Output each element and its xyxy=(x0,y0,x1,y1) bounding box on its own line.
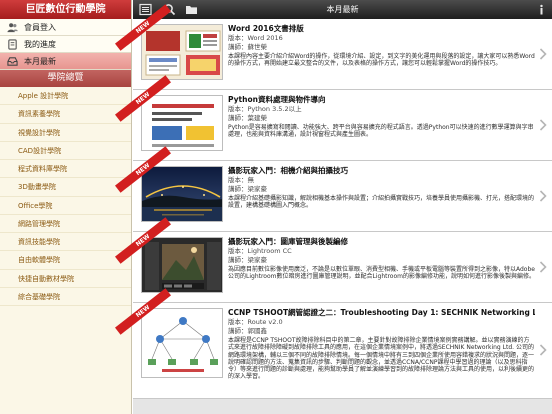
sidebar-category[interactable]: 網路管理學院 xyxy=(0,215,131,233)
course-title: CCNP TSHOOT網管認證之二：Troubleshooting Day 1:… xyxy=(228,308,535,317)
course-version: 版本：無 xyxy=(228,176,254,184)
course-list: NEW Word 2016文書排版 版本：Word 2016 講師：蘇世榮 本課… xyxy=(115,4,552,414)
course-title: Word 2016文書排版 xyxy=(228,24,304,33)
sidebar-category[interactable]: Office學院 xyxy=(0,197,131,215)
course-lecturer: 講師：梁家豪 xyxy=(228,184,267,193)
sidebar-category[interactable]: 視覺設計學院 xyxy=(0,124,131,142)
course-thumbnail xyxy=(141,166,223,222)
info-icon[interactable] xyxy=(535,3,548,16)
course-lecturer: 講師：郭國鑫 xyxy=(228,326,267,335)
course-lecturer: 講師：葉建榮 xyxy=(228,113,267,122)
course-item[interactable]: NEW Python資料處理與物件導向 版本：Python 3.5.2以上 講師… xyxy=(115,75,552,161)
top-bar: 本月最新 xyxy=(133,0,552,19)
sidebar-item-progress[interactable]: 我的進度 xyxy=(0,36,131,53)
chevron-right-icon xyxy=(539,190,547,202)
sidebar-category[interactable]: 資訊素養學院 xyxy=(0,105,131,124)
sidebar-category[interactable]: 3D動畫學院 xyxy=(0,178,131,197)
course-version: 版本：Python 3.5.2以上 xyxy=(228,105,302,113)
sidebar-category[interactable]: Apple 設計學院 xyxy=(0,87,131,106)
section-title: 學院總覽 xyxy=(0,70,131,87)
inbox-icon xyxy=(7,57,18,66)
folder-icon[interactable] xyxy=(185,3,198,16)
course-description: 本課程內容主要介紹介紹Word的操作，從環境介紹、設定，到文字的美化運用與段落的… xyxy=(228,53,535,68)
course-item[interactable]: NEW 攝影玩家入門：相機介紹與拍攝技巧 版本：無 講師：梁家豪 本課程介紹基礎… xyxy=(115,146,552,232)
course-item[interactable]: NEW Word 2016文書排版 版本：Word 2016 講師：蘇世榮 本課… xyxy=(115,4,552,90)
sidebar-category[interactable]: CAD設計學院 xyxy=(0,142,131,160)
sidebar-category[interactable]: 自由軟體學院 xyxy=(0,251,131,270)
course-item[interactable]: NEW 攝影玩家入門：圖庫管理與後製編修 版本：Lightroom CC 講師：… xyxy=(115,217,552,303)
sidebar-item-label: 本月最新 xyxy=(24,57,56,66)
course-title: 攝影玩家入門：圖庫管理與後製編修 xyxy=(228,237,348,246)
course-description: Python是容易擴寫和閱讀、功能強大、跨平台與容易擴充的程式語言。透過Pyth… xyxy=(228,124,534,139)
course-version: 版本：Route v2.0 xyxy=(228,318,283,326)
course-title: 攝影玩家入門：相機介紹與拍攝技巧 xyxy=(228,166,348,175)
sidebar-item-login[interactable]: 會員登入 xyxy=(0,19,131,36)
course-lecturer: 講師：梁家豪 xyxy=(228,255,267,264)
chevron-right-icon xyxy=(539,344,547,356)
course-description: 本課程介紹基礎攝影知識，解說相機基本操作與設置；介紹拍攝實戰技巧，培養學員使用攝… xyxy=(228,195,535,210)
users-icon xyxy=(7,23,18,33)
chevron-right-icon xyxy=(539,119,547,131)
course-version: 版本：Lightroom CC xyxy=(228,247,292,255)
app-title: 巨匠數位行動學院 xyxy=(0,0,131,19)
course-thumbnail xyxy=(141,95,223,151)
sidebar-category[interactable]: 資訊技能學院 xyxy=(0,233,131,252)
course-thumbnail xyxy=(141,237,223,293)
course-item[interactable]: NEW CCNP TSHOOT網管認證之二：Troubleshooting Da… xyxy=(115,288,552,399)
sidebar-category[interactable]: 綜合基礎學院 xyxy=(0,288,131,306)
sidebar: 巨匠數位行動學院 會員登入 我的進度 本月最新 學院總覽 Apple 設計學院 … xyxy=(0,0,132,414)
sidebar-item-label: 會員登入 xyxy=(24,23,56,32)
sidebar-category[interactable]: 快捷自動數材學院 xyxy=(0,270,131,288)
course-title: Python資料處理與物件導向 xyxy=(228,95,326,104)
course-description: 本課程是CCNP TSHOOT故障排除科目中的第二章，主要針對故障排除企業情境案… xyxy=(228,337,535,381)
course-thumbnail xyxy=(141,24,223,80)
sidebar-item-monthly-new[interactable]: 本月最新 xyxy=(0,53,131,70)
list-icon[interactable] xyxy=(139,3,152,16)
course-lecturer: 講師：蘇世榮 xyxy=(228,42,267,51)
course-version: 版本：Word 2016 xyxy=(228,34,283,42)
course-description: 為因應目前數位影像使用廣泛，不論是以數位單眼、消費型相機、手機或平板電腦等裝置所… xyxy=(228,266,535,281)
course-thumbnail xyxy=(141,308,223,378)
chevron-right-icon xyxy=(539,261,547,273)
sidebar-item-label: 我的進度 xyxy=(24,40,56,49)
chevron-right-icon xyxy=(539,48,547,60)
book-icon xyxy=(8,39,17,50)
sidebar-category[interactable]: 程式資料庫學院 xyxy=(0,160,131,179)
